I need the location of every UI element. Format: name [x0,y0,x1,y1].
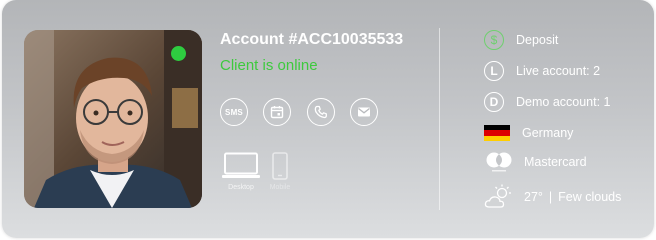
sms-icon: SMS [225,107,243,117]
weather-row: 27° | Few clouds [484,184,621,210]
account-card: Account #ACC10035533 Client is online SM… [2,0,654,238]
device-mobile-label: Mobile [269,184,291,191]
demo-account-badge: D [484,92,504,112]
weather-separator: | [548,190,553,204]
partly-cloudy-icon [484,184,511,208]
device-mobile[interactable]: Mobile [265,152,295,191]
live-account-label: Live account: 2 [516,64,601,78]
sms-button[interactable]: SMS [220,98,248,126]
section-divider [439,28,440,210]
mastercard-icon [486,152,512,172]
dollar-icon: $ [484,30,504,50]
device-desktop[interactable]: Desktop [221,152,261,191]
card-label: Mastercard [524,155,587,169]
demo-account-row[interactable]: D Demo account: 1 [484,92,611,112]
card-row: Mastercard [484,151,587,173]
account-title: Account #ACC10035533 [220,31,404,48]
weather-condition: Few clouds [558,190,622,204]
live-account-badge: L [484,61,504,81]
germany-flag-icon [484,125,510,141]
phone-icon [314,105,327,119]
calendar-button[interactable] [263,98,291,126]
online-status-dot [171,46,186,61]
call-button[interactable] [307,98,335,126]
online-status-text: Client is online [220,57,318,74]
live-account-row[interactable]: L Live account: 2 [484,61,600,81]
weather-temperature: 27° [524,190,543,204]
country-row: Germany [484,125,573,141]
calendar-icon [270,106,284,119]
country-label: Germany [522,126,574,140]
envelope-icon [358,107,370,117]
device-desktop-label: Desktop [228,184,254,191]
email-button[interactable] [350,98,378,126]
deposit-label: Deposit [516,33,559,47]
deposit-row[interactable]: $ Deposit [484,30,558,50]
phone-device-icon [272,152,288,180]
demo-account-label: Demo account: 1 [516,95,611,109]
monitor-icon [222,152,260,178]
